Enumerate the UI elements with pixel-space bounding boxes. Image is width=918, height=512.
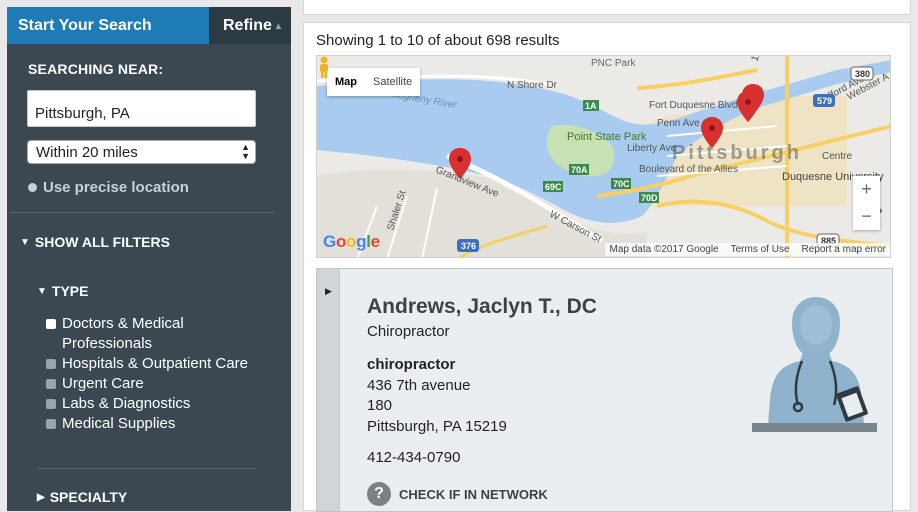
type-filter-list: Doctors & Medical Professionals Hospital…: [46, 314, 266, 434]
satellite-view-button[interactable]: Satellite: [365, 68, 420, 96]
checkbox[interactable]: [46, 379, 56, 389]
terms-of-use-link[interactable]: Terms of Use: [731, 244, 790, 255]
address-line-2: 180: [367, 397, 393, 414]
provider-phone[interactable]: 412-434-0790: [367, 449, 460, 466]
type-option-urgent-care[interactable]: Urgent Care: [46, 374, 266, 394]
type-option-hospitals[interactable]: Hospitals & Outpatient Care: [46, 354, 266, 374]
doctor-avatar-icon: [752, 297, 877, 432]
checkbox[interactable]: [46, 419, 56, 429]
map-data-attribution: Map data ©2017 Google: [609, 244, 719, 255]
radius-select[interactable]: Within 20 miles ▲ ▼: [27, 140, 256, 164]
map-label-penn-ave: Penn Ave: [657, 118, 700, 129]
checkbox[interactable]: [46, 359, 56, 369]
zoom-in-button[interactable]: +: [853, 176, 880, 203]
provider-address: chiropractor 436 7th avenue 180 Pittsbur…: [367, 355, 507, 437]
report-map-error-link[interactable]: Report a map error: [802, 244, 886, 255]
results-summary: Showing 1 to 10 of about 698 results: [316, 32, 560, 49]
practice-name: chiropractor: [367, 356, 456, 373]
checkbox[interactable]: [46, 319, 56, 329]
triangle-down-icon: ▼: [20, 236, 30, 248]
location-dot-icon: [28, 183, 37, 192]
divider: [10, 212, 274, 213]
route-70c: 70C: [613, 179, 630, 189]
map-attribution-bar: Map data ©2017 Google Terms of Use Repor…: [605, 243, 890, 256]
check-network-link[interactable]: ? CHECK IF IN NETWORK: [367, 482, 548, 506]
type-option-label: Urgent Care: [62, 375, 144, 392]
map-label-point-state-park: Point State Park: [567, 131, 647, 143]
shield-376: 376: [461, 241, 476, 251]
address-city-state-zip: Pittsburgh, PA 15219: [367, 417, 507, 435]
zoom-out-button[interactable]: −: [853, 203, 880, 230]
refine-tab[interactable]: Refine ▴: [209, 7, 291, 44]
map-label-centre: Centre: [822, 151, 852, 162]
location-input[interactable]: [27, 90, 256, 127]
searching-near-label: SEARCHING NEAR:: [28, 61, 164, 77]
triangle-right-icon: ▶: [37, 491, 45, 503]
start-search-tab[interactable]: Start Your Search: [7, 7, 209, 44]
map-view-button[interactable]: Map: [327, 68, 365, 96]
results-map[interactable]: N Shore Dr PNC Park Point State Park For…: [316, 55, 891, 258]
show-all-filters-toggle[interactable]: ▼ SHOW ALL FILTERS: [20, 234, 170, 250]
type-option-label: Labs & Diagnostics: [62, 395, 191, 412]
show-all-filters-label: SHOW ALL FILTERS: [34, 234, 170, 250]
refine-label: Refine: [223, 17, 272, 34]
question-icon: ?: [367, 482, 391, 506]
type-label: TYPE: [51, 283, 89, 299]
provider-result-card[interactable]: ▶ Andrews, Jaclyn T., DC Chiropractor ch…: [316, 268, 893, 512]
type-filter-toggle[interactable]: ▼ TYPE: [37, 283, 88, 299]
map-label-fort-duquesne: Fort Duquesne Blvd: [649, 100, 737, 111]
zoom-control: + −: [853, 176, 880, 230]
type-option-medical-supplies[interactable]: Medical Supplies: [46, 414, 266, 434]
divider: [38, 468, 256, 469]
check-network-label: CHECK IF IN NETWORK: [399, 486, 548, 502]
use-precise-location-link[interactable]: Use precise location: [28, 179, 189, 196]
shield-579: 579: [817, 96, 832, 106]
map-label-boulevard: Boulevard of the Allies: [639, 164, 738, 175]
checkbox[interactable]: [46, 399, 56, 409]
select-arrows-icon: ▲ ▼: [241, 142, 250, 161]
map-type-control: Map Satellite: [327, 68, 421, 96]
shield-380: 380: [855, 69, 870, 79]
triangle-down-icon: ▼: [37, 285, 47, 297]
type-option-doctors[interactable]: Doctors & Medical Professionals: [46, 314, 266, 354]
google-logo: Google: [323, 232, 380, 251]
provider-name[interactable]: Andrews, Jaclyn T., DC: [367, 295, 597, 319]
route-69c: 69C: [545, 182, 562, 192]
specialty-filter-toggle[interactable]: ▶ SPECIALTY: [37, 489, 127, 505]
sidebar-header: Start Your Search Refine ▴: [7, 7, 291, 44]
type-option-labs[interactable]: Labs & Diagnostics: [46, 394, 266, 414]
search-sidebar: Start Your Search Refine ▴: [7, 7, 291, 511]
type-option-label: Hospitals & Outpatient Care: [62, 355, 248, 372]
route-70d: 70D: [641, 193, 658, 203]
pegman-icon[interactable]: [317, 56, 331, 78]
type-option-label: Medical Supplies: [62, 415, 176, 432]
previous-panel-edge: [303, 0, 911, 15]
sort-arrows-icon: ▴: [275, 21, 281, 32]
radius-value: Within 20 miles: [36, 144, 138, 161]
map-city-label: Pittsburgh: [672, 142, 802, 164]
map-label-liberty-ave: Liberty Ave: [627, 143, 677, 154]
map-label-pnc-park: PNC Park: [591, 58, 636, 69]
triangle-right-icon: ▶: [325, 286, 332, 296]
route-70a: 70A: [571, 165, 588, 175]
route-1a: 1A: [585, 101, 597, 111]
results-panel: Showing 1 to 10 of about 698 results N S…: [303, 22, 911, 512]
type-option-label: Doctors & Medical Professionals: [62, 315, 184, 352]
provider-profession: Chiropractor: [367, 323, 450, 340]
map-label-n-shore: N Shore Dr: [507, 80, 558, 91]
precise-location-label: Use precise location: [43, 179, 189, 196]
specialty-label: SPECIALTY: [49, 489, 128, 505]
card-expand-rail[interactable]: ▶: [317, 269, 340, 511]
address-line-1: 436 7th avenue: [367, 376, 471, 394]
